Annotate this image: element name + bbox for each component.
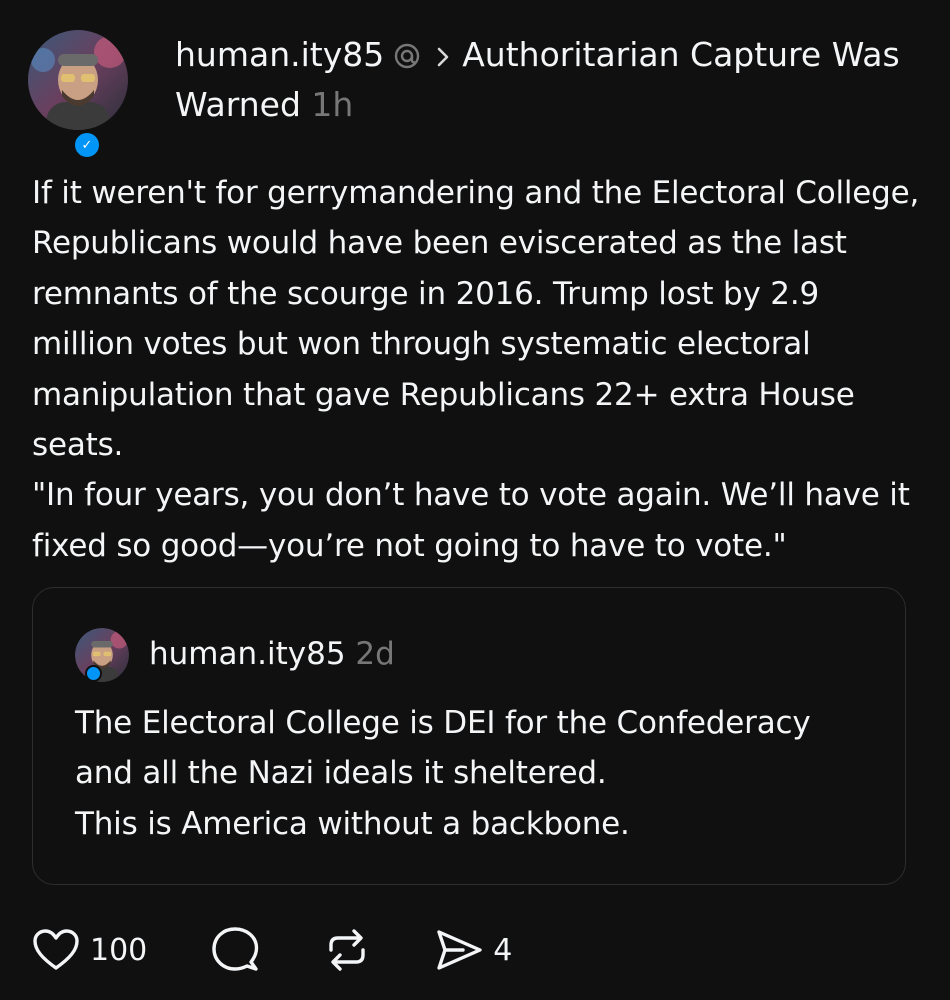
repost-icon: [329, 929, 365, 971]
like-count: 100: [90, 932, 148, 968]
quoted-post-body: The Electoral College is DEI for the Con…: [75, 705, 811, 842]
heart-icon: [33, 929, 79, 970]
quoted-verified-check-icon: [85, 665, 102, 682]
quoted-post-header: human.ity85 2d: [149, 634, 395, 674]
share-icon: [437, 930, 482, 970]
post-header: human.ity85 Authoritarian Capture Was Wa…: [175, 30, 915, 130]
like-button[interactable]: 100: [32, 928, 147, 972]
comment-button[interactable]: [211, 926, 259, 974]
share-count: 4: [493, 932, 513, 968]
comment-icon: [212, 927, 259, 971]
thread-post: ✓ human.ity85 Authoritarian Capture Was …: [0, 0, 950, 1000]
quoted-author-avatar[interactable]: [75, 628, 129, 682]
quoted-author-username[interactable]: human.ity85: [149, 636, 346, 672]
share-button[interactable]: 4: [435, 927, 512, 973]
avatar-image: [28, 30, 128, 130]
verified-check-icon: ✓: [72, 130, 102, 160]
author-username[interactable]: human.ity85: [175, 35, 384, 74]
post-actions: 100 4: [32, 922, 512, 978]
author-avatar[interactable]: ✓: [28, 30, 128, 160]
post-timestamp: 1h: [311, 85, 354, 124]
quoted-post-timestamp: 2d: [355, 636, 395, 672]
repost-button[interactable]: [323, 926, 371, 974]
quoted-post-card[interactable]: human.ity85 2d The Electoral College is …: [32, 587, 906, 885]
chevron-right-icon: [437, 47, 449, 67]
threads-logo-icon: [395, 43, 420, 69]
post-body: If it weren't for gerrymandering and the…: [32, 175, 920, 564]
